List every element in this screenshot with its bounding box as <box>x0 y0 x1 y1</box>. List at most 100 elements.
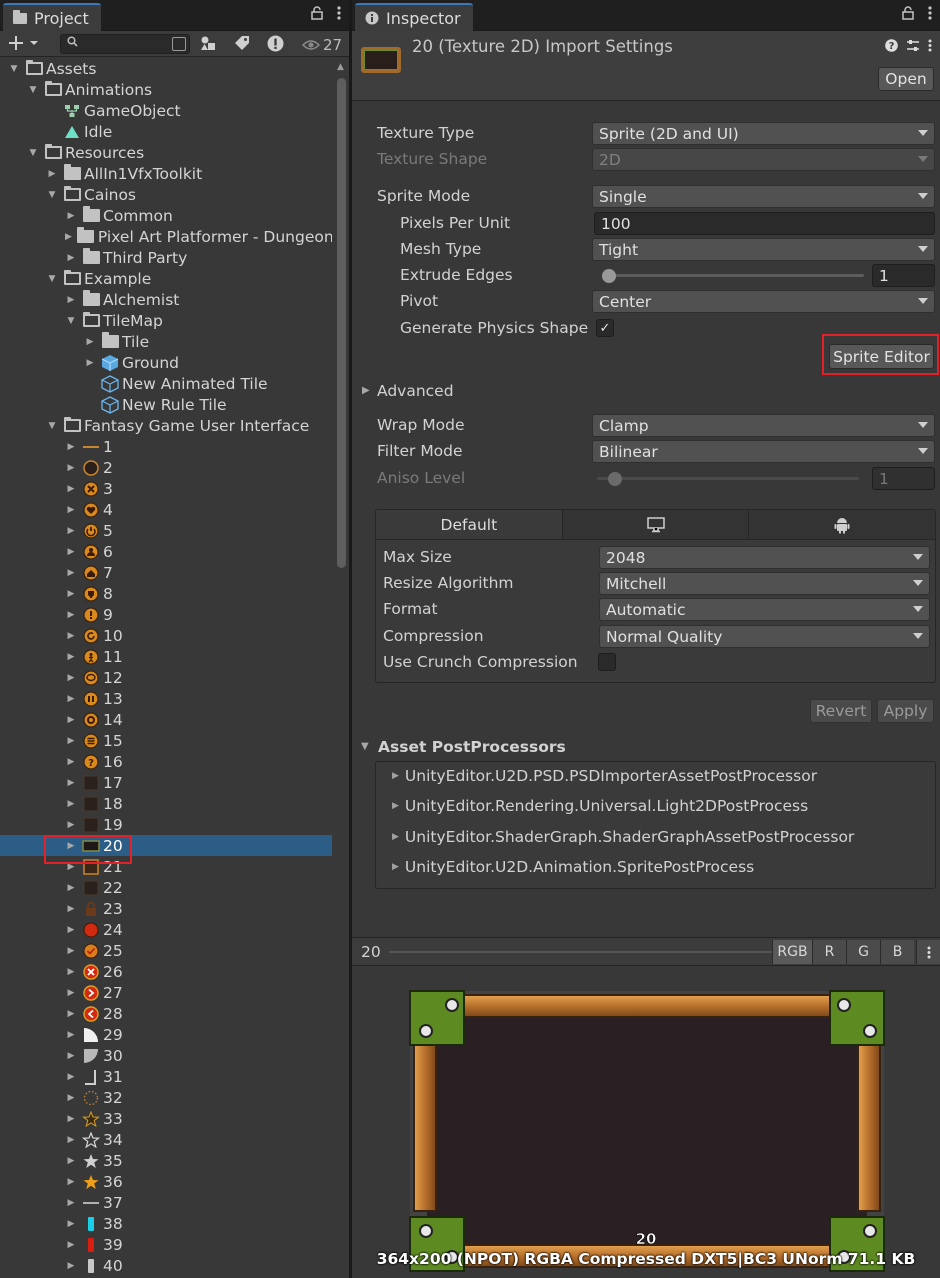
chevron-right-icon[interactable]: ▶ <box>65 1134 77 1146</box>
chevron-right-icon[interactable]: ▶ <box>65 1113 77 1125</box>
tree-asset-row[interactable]: ▶ 30 <box>0 1045 332 1066</box>
chevron-right-icon[interactable]: ▶ <box>65 546 77 558</box>
tree-asset-row[interactable]: New Rule Tile <box>0 394 332 415</box>
max-size-dropdown[interactable]: 2048 <box>599 546 930 569</box>
tree-asset-row[interactable]: ▶ 26 <box>0 961 332 982</box>
tree-asset-row[interactable]: ▶ 5 <box>0 520 332 541</box>
postprocessor-item[interactable]: ▶ UnityEditor.Rendering.Universal.Light2D… <box>392 797 808 815</box>
chevron-right-icon[interactable]: ▶ <box>65 1155 77 1167</box>
chevron-right-icon[interactable]: ▶ <box>84 336 96 348</box>
tree-folder-row[interactable]: ▼ Example <box>0 268 332 289</box>
chevron-right-icon[interactable]: ▶ <box>65 483 77 495</box>
chevron-right-icon[interactable]: ▶ <box>65 924 77 936</box>
chevron-right-icon[interactable]: ▶ <box>65 1029 77 1041</box>
tree-asset-row[interactable]: ▶ 19 <box>0 814 332 835</box>
tree-asset-row[interactable]: ▶ Ground <box>0 352 332 373</box>
advanced-foldout[interactable]: ▶ Advanced <box>352 379 940 405</box>
tree-asset-row[interactable]: ▶ 23 <box>0 898 332 919</box>
tree-asset-row[interactable]: ▶ 14 <box>0 709 332 730</box>
tree-asset-row[interactable]: ▶ 32 <box>0 1087 332 1108</box>
chevron-right-icon[interactable]: ▶ <box>65 798 77 810</box>
tree-folder-row[interactable]: ▶ Tile <box>0 331 332 352</box>
compression-dropdown[interactable]: Normal Quality <box>599 625 930 648</box>
sprite-editor-button[interactable]: Sprite Editor <box>829 344 934 369</box>
tree-asset-row[interactable]: ▶ 38 <box>0 1213 332 1234</box>
chevron-right-icon[interactable]: ▶ <box>65 1050 77 1062</box>
asset-postprocessors-foldout[interactable]: ▼ Asset PostProcessors <box>352 735 940 761</box>
tab-android[interactable] <box>749 510 936 539</box>
tree-asset-row[interactable]: ▶ 27 <box>0 982 332 1003</box>
chevron-right-icon[interactable]: ▶ <box>65 840 77 852</box>
scroll-thumb[interactable] <box>337 78 346 568</box>
chevron-right-icon[interactable]: ▶ <box>65 819 77 831</box>
chevron-right-icon[interactable]: ▶ <box>65 882 77 894</box>
chevron-right-icon[interactable]: ▶ <box>65 861 77 873</box>
tree-asset-row[interactable]: ▶ 35 <box>0 1150 332 1171</box>
tab-standalone[interactable] <box>562 510 750 539</box>
postprocessor-item[interactable]: ▶ UnityEditor.ShaderGraph.ShaderGraphAsse… <box>392 828 854 846</box>
chevron-right-icon[interactable]: ▶ <box>65 735 77 747</box>
chevron-right-icon[interactable]: ▶ <box>65 966 77 978</box>
chevron-right-icon[interactable]: ▶ <box>65 1197 77 1209</box>
chevron-right-icon[interactable]: ▶ <box>65 714 77 726</box>
tree-asset-row[interactable]: ▶ 17 <box>0 772 332 793</box>
pivot-dropdown[interactable]: Center <box>592 290 935 313</box>
tree-folder-row[interactable]: ▼ Assets <box>0 58 332 79</box>
tree-asset-row[interactable]: ▶ 39 <box>0 1234 332 1255</box>
chevron-right-icon[interactable]: ▶ <box>65 462 77 474</box>
tree-asset-row[interactable]: ▶ 1 <box>0 436 332 457</box>
use-crunch-checkbox[interactable] <box>598 653 616 671</box>
tree-asset-row[interactable]: ▶ 21 <box>0 856 332 877</box>
tree-asset-row[interactable]: ▶ 8 <box>0 583 332 604</box>
revert-button[interactable]: Revert <box>810 699 872 723</box>
tree-asset-row[interactable]: ▶? 16 <box>0 751 332 772</box>
chevron-right-icon[interactable]: ▶ <box>46 168 58 180</box>
project-scrollbar[interactable]: ▲ <box>336 58 346 1278</box>
lock-icon[interactable] <box>902 6 914 24</box>
more-options-icon[interactable] <box>928 39 932 56</box>
chevron-right-icon[interactable]: ▶ <box>65 987 77 999</box>
tree-asset-row[interactable]: ▶ 34 <box>0 1129 332 1150</box>
chevron-down-icon[interactable]: ▼ <box>46 189 58 201</box>
chevron-right-icon[interactable]: ▶ <box>65 294 77 306</box>
tree-asset-row[interactable]: ▶ 15 <box>0 730 332 751</box>
apply-button[interactable]: Apply <box>877 699 934 723</box>
channel-r-button[interactable]: R <box>812 940 846 964</box>
tree-asset-row[interactable]: ▶ 10 <box>0 625 332 646</box>
create-button[interactable] <box>8 34 40 52</box>
chevron-down-icon[interactable]: ▼ <box>8 63 20 75</box>
mesh-type-dropdown[interactable]: Tight <box>592 238 935 261</box>
tree-asset-row[interactable]: ▶ 33 <box>0 1108 332 1129</box>
tree-asset-row[interactable]: ▶ 12 <box>0 667 332 688</box>
chevron-right-icon[interactable]: ▶ <box>65 693 77 705</box>
chevron-down-icon[interactable]: ▼ <box>46 273 58 285</box>
tree-folder-row[interactable]: ▶ AllIn1VfxToolkit <box>0 163 332 184</box>
filter-by-label-button[interactable] <box>234 35 250 51</box>
tree-asset-row[interactable]: New Animated Tile <box>0 373 332 394</box>
chevron-right-icon[interactable]: ▶ <box>65 441 77 453</box>
chevron-right-icon[interactable]: ▶ <box>65 588 77 600</box>
pixels-per-unit-field[interactable]: 100 <box>594 212 935 235</box>
tree-asset-row[interactable]: ▶ 40 <box>0 1255 332 1276</box>
tree-asset-row[interactable]: ▶ 37 <box>0 1192 332 1213</box>
tree-folder-row[interactable]: ▶ Common <box>0 205 332 226</box>
tree-folder-row[interactable]: ▶ Alchemist <box>0 289 332 310</box>
tree-asset-row[interactable]: ▶ 18 <box>0 793 332 814</box>
hidden-packages-toggle[interactable]: 27 <box>302 36 342 54</box>
tree-asset-row[interactable]: ▶ 11 <box>0 646 332 667</box>
search-input[interactable] <box>60 34 190 54</box>
tree-folder-row[interactable]: ▼ Animations <box>0 79 332 100</box>
inspector-tab[interactable]: Inspector <box>355 3 473 31</box>
tree-asset-row[interactable]: ▶ 2 <box>0 457 332 478</box>
tree-asset-row[interactable]: ▶ 13 <box>0 688 332 709</box>
presets-icon[interactable] <box>906 39 920 56</box>
tree-asset-row[interactable]: ▶ 20 <box>0 835 332 856</box>
chevron-right-icon[interactable]: ▶ <box>65 1239 77 1251</box>
help-icon[interactable]: ? <box>885 39 898 56</box>
chevron-right-icon[interactable]: ▶ <box>65 1092 77 1104</box>
more-options-icon[interactable] <box>916 940 940 964</box>
chevron-right-icon[interactable]: ▶ <box>65 630 77 642</box>
tab-default[interactable]: Default <box>376 510 563 539</box>
chevron-right-icon[interactable]: ▶ <box>65 1176 77 1188</box>
format-dropdown[interactable]: Automatic <box>599 598 930 621</box>
